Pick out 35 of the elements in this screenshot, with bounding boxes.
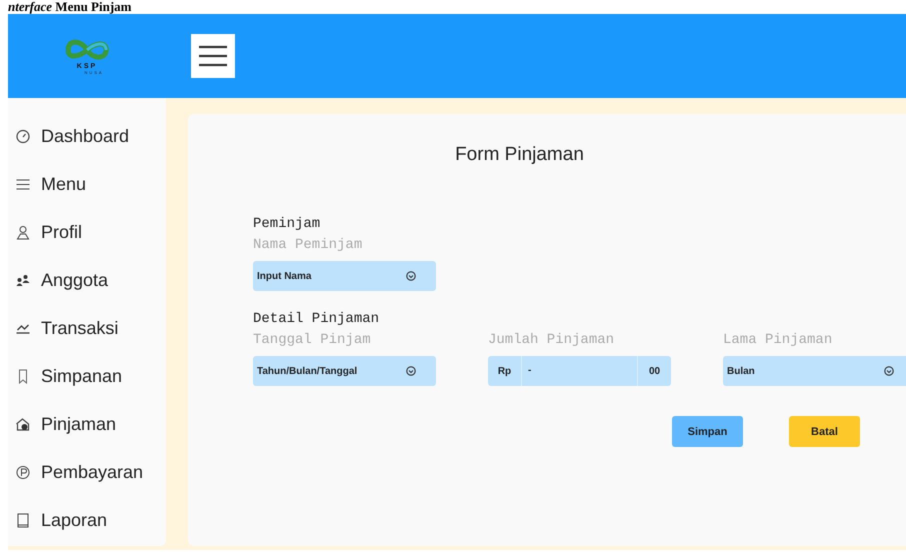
sidebar-item[interactable]: Laporan — [15, 496, 166, 544]
field-label: Tanggal Pinjam — [253, 332, 372, 348]
sidebar-item[interactable]: Dashboard — [15, 112, 166, 160]
caption: nterface Menu Pinjam — [7, 0, 132, 14]
field-label: Jumlah Pinjaman — [488, 332, 616, 348]
chevron-down-icon — [406, 366, 416, 376]
menu-icon — [198, 44, 228, 68]
gauge-icon — [15, 128, 31, 144]
sidebar-item[interactable]: Pinjaman — [15, 400, 166, 448]
dropdown-field[interactable]: Input Nama — [253, 261, 436, 291]
chevron-down-icon — [406, 271, 416, 281]
menu-button[interactable] — [191, 34, 235, 78]
coin-icon — [15, 464, 31, 480]
document-icon — [15, 512, 31, 528]
save-button[interactable]: Simpan — [672, 416, 743, 447]
sidebar-item[interactable]: Profil — [15, 208, 166, 256]
menu-icon — [15, 178, 31, 190]
sidebar-item[interactable]: Menu — [15, 160, 166, 208]
people-icon — [15, 274, 31, 286]
cancel-button[interactable]: Batal — [789, 416, 860, 447]
field-label: Lama Pinjaman — [723, 332, 834, 348]
chevron-down-icon — [884, 366, 894, 376]
sidebar-item[interactable]: Simpanan — [15, 352, 166, 400]
section-heading: Peminjam — [253, 216, 322, 232]
sidebar-item[interactable]: Pembayaran — [15, 448, 166, 496]
section-heading: Detail Pinjaman — [253, 311, 380, 327]
person-icon — [15, 224, 31, 240]
house-icon — [15, 416, 31, 432]
sidebar-item[interactable]: Transaksi — [15, 304, 166, 352]
dropdown-field[interactable]: Tahun/Bulan/Tanggal — [253, 356, 436, 386]
amount-field[interactable]: Rp - 00 — [488, 356, 671, 386]
field-label: Nama Peminjam — [253, 237, 364, 253]
dropdown-field[interactable]: Bulan — [723, 356, 906, 386]
sidebar-item[interactable]: Anggota — [15, 256, 166, 304]
form-title: Form Pinjaman — [454, 144, 585, 166]
